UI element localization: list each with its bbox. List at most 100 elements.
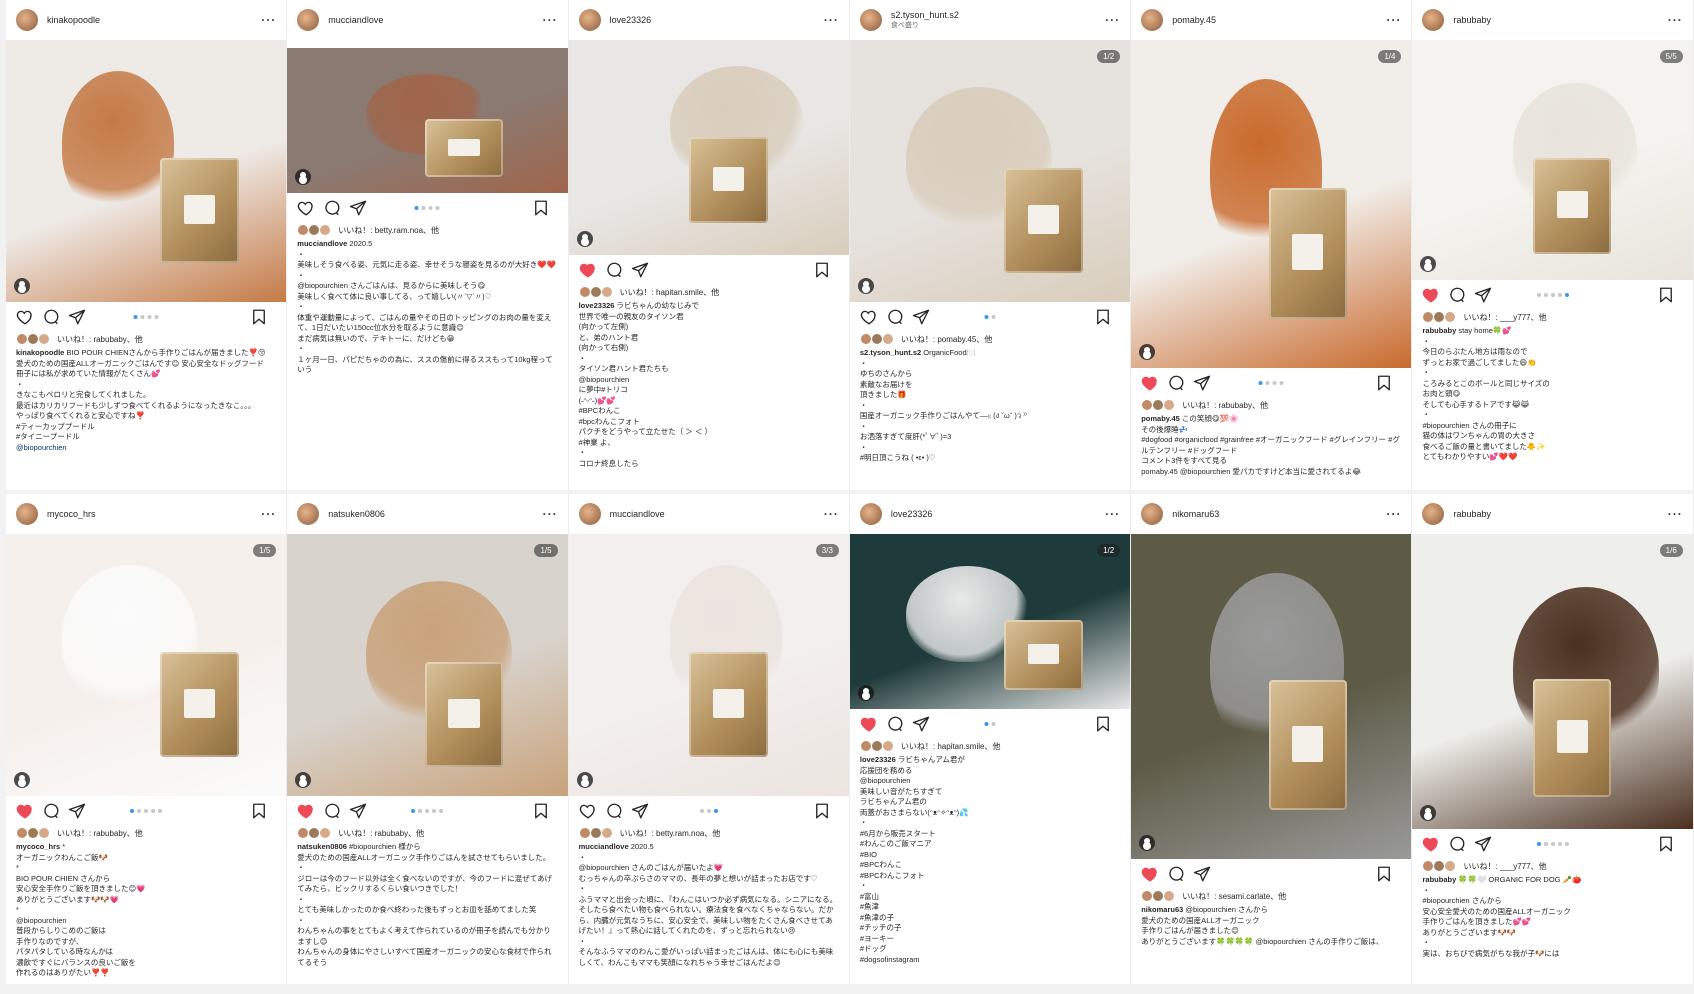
comment-icon[interactable] xyxy=(1167,374,1185,392)
tagged-user-icon[interactable] xyxy=(14,278,30,294)
likes-row[interactable]: いいね！: hapitan.smile、他 xyxy=(850,739,1130,753)
caption-username[interactable]: natsuken0806 xyxy=(297,842,347,851)
heart-icon[interactable] xyxy=(1141,374,1159,392)
tagged-user-icon[interactable] xyxy=(576,772,593,788)
more-dots-icon[interactable]: ··· xyxy=(824,507,839,521)
bookmark-icon[interactable] xyxy=(1375,865,1393,883)
heart-icon[interactable] xyxy=(579,802,597,820)
post-username[interactable]: s2.tyson_hunt.s2 食べ盛り xyxy=(891,10,1105,30)
comment-icon[interactable] xyxy=(323,802,341,820)
post-photo[interactable]: 1/2 xyxy=(849,40,1131,302)
paper-plane-icon[interactable] xyxy=(1193,865,1211,883)
bookmark-icon[interactable] xyxy=(813,802,831,820)
bookmark-icon[interactable] xyxy=(1657,286,1675,304)
heart-icon[interactable] xyxy=(1141,865,1159,883)
avatar[interactable] xyxy=(16,9,38,31)
likes-row[interactable]: いいね！: ___y777、他 xyxy=(1412,310,1692,324)
paper-plane-icon[interactable] xyxy=(631,802,649,820)
post-photo[interactable] xyxy=(6,40,287,302)
post-username[interactable]: nikomaru63 xyxy=(1172,509,1386,519)
caption-username[interactable]: kinakopoodle xyxy=(16,348,64,357)
post-location[interactable]: 食べ盛り xyxy=(891,20,1105,30)
comment-icon[interactable] xyxy=(1167,865,1185,883)
bookmark-icon[interactable] xyxy=(532,802,550,820)
post-username[interactable]: love23326 xyxy=(610,15,824,25)
post-photo[interactable]: 3/3 xyxy=(568,534,849,796)
avatar[interactable] xyxy=(16,503,38,525)
likes-row[interactable]: いいね！: rabubaby、他 xyxy=(6,826,286,840)
more-dots-icon[interactable]: ··· xyxy=(1105,507,1120,521)
likes-row[interactable]: いいね！: betty.ram.noa、他 xyxy=(287,223,567,237)
comment-icon[interactable] xyxy=(1448,286,1466,304)
more-dots-icon[interactable]: ··· xyxy=(1105,13,1120,27)
heart-icon[interactable] xyxy=(297,802,315,820)
avatar[interactable] xyxy=(859,9,882,31)
heart-icon[interactable] xyxy=(579,261,597,279)
post-photo[interactable]: 1/2 xyxy=(849,534,1131,709)
bookmark-icon[interactable] xyxy=(532,199,550,217)
comment-icon[interactable] xyxy=(42,802,60,820)
tagged-user-icon[interactable] xyxy=(857,685,874,701)
more-dots-icon[interactable]: ··· xyxy=(1386,13,1401,27)
bookmark-icon[interactable] xyxy=(250,308,268,326)
comment-icon[interactable] xyxy=(323,199,341,217)
post-username[interactable]: natsuken0806 xyxy=(328,509,542,519)
more-dots-icon[interactable]: ··· xyxy=(824,13,839,27)
tagged-user-icon[interactable] xyxy=(857,278,874,294)
caption-username[interactable]: love23326 xyxy=(860,755,896,764)
post-photo[interactable]: 1/5 xyxy=(287,534,568,796)
comment-icon[interactable] xyxy=(605,261,623,279)
paper-plane-icon[interactable] xyxy=(1193,374,1211,392)
comment-icon[interactable] xyxy=(886,308,904,326)
comment-icon[interactable] xyxy=(886,715,904,733)
bookmark-icon[interactable] xyxy=(250,802,268,820)
post-username[interactable]: pomaby.45 xyxy=(1172,15,1386,25)
more-dots-icon[interactable]: ··· xyxy=(1668,13,1683,27)
heart-icon[interactable] xyxy=(1422,835,1440,853)
comment-icon[interactable] xyxy=(605,802,623,820)
caption-username[interactable]: rabubaby xyxy=(1422,326,1456,335)
bookmark-icon[interactable] xyxy=(1094,715,1112,733)
caption-username[interactable]: nikomaru63 xyxy=(1141,905,1183,914)
paper-plane-icon[interactable] xyxy=(68,802,86,820)
post-username[interactable]: mucciandlove xyxy=(610,509,824,519)
avatar[interactable] xyxy=(297,503,320,525)
likes-row[interactable]: いいね！: rabubaby、他 xyxy=(1131,398,1411,412)
post-username[interactable]: love23326 xyxy=(891,509,1105,519)
caption-username[interactable]: pomaby.45 xyxy=(1141,414,1180,423)
avatar[interactable] xyxy=(297,9,320,31)
caption-username[interactable]: mycoco_hrs xyxy=(16,842,60,851)
likes-row[interactable]: いいね！: ___y777、他 xyxy=(1412,859,1692,873)
likes-row[interactable]: いいね！: pomaby.45、他 xyxy=(850,332,1130,346)
post-username[interactable]: mucciandlove xyxy=(328,15,542,25)
heart-icon[interactable] xyxy=(16,802,34,820)
paper-plane-icon[interactable] xyxy=(349,199,367,217)
post-username[interactable]: rabubaby xyxy=(1453,15,1667,25)
heart-icon[interactable] xyxy=(860,308,878,326)
avatar[interactable] xyxy=(1141,503,1164,525)
caption-username[interactable]: mucciandlove xyxy=(579,842,629,851)
post-photo[interactable]: 5/5 xyxy=(1412,40,1693,280)
post-photo[interactable] xyxy=(568,40,849,255)
post-username[interactable]: kinakopoodle xyxy=(47,15,261,25)
more-dots-icon[interactable]: ··· xyxy=(1386,507,1401,521)
bookmark-icon[interactable] xyxy=(1375,374,1393,392)
post-username[interactable]: mycoco_hrs xyxy=(47,509,261,519)
post-photo[interactable]: 1/6 xyxy=(1412,534,1693,829)
bookmark-icon[interactable] xyxy=(813,261,831,279)
avatar[interactable] xyxy=(1141,9,1164,31)
post-photo[interactable] xyxy=(287,48,568,193)
likes-row[interactable]: いいね！: betty.ram.noa、他 xyxy=(569,826,849,840)
likes-row[interactable]: いいね！: sesami.carlate、他 xyxy=(1131,889,1411,903)
likes-row[interactable]: いいね！: rabubaby、他 xyxy=(6,332,286,346)
paper-plane-icon[interactable] xyxy=(912,308,930,326)
comment-icon[interactable] xyxy=(42,308,60,326)
likes-row[interactable]: いいね！: rabubaby、他 xyxy=(287,826,567,840)
comment-icon[interactable] xyxy=(1448,835,1466,853)
heart-icon[interactable] xyxy=(1422,286,1440,304)
avatar[interactable] xyxy=(1422,9,1445,31)
heart-icon[interactable] xyxy=(16,308,34,326)
post-username[interactable]: rabubaby xyxy=(1453,509,1667,519)
paper-plane-icon[interactable] xyxy=(1474,286,1492,304)
mention-link[interactable]: @biopourchien xyxy=(16,443,67,452)
